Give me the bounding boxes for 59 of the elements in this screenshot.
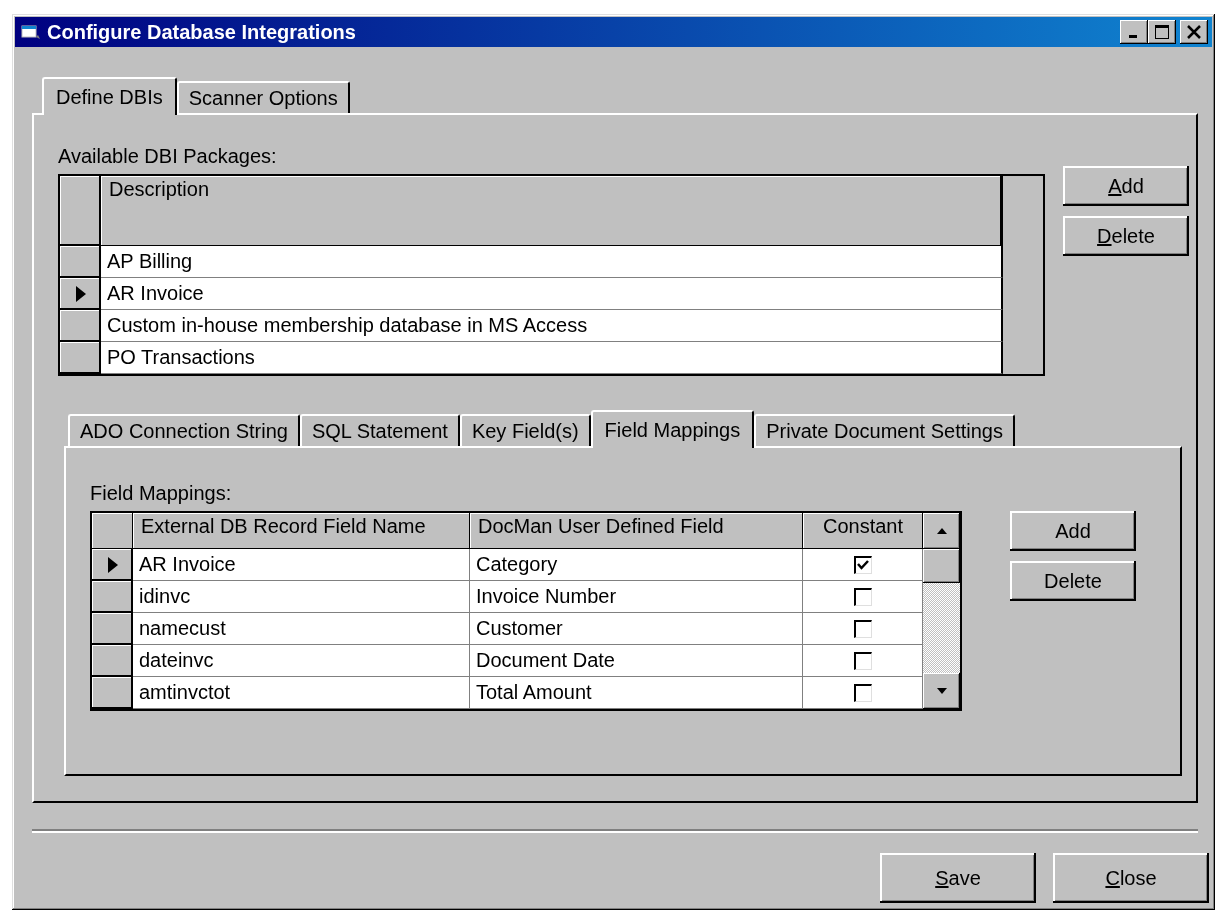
close-button[interactable] [1180,20,1208,44]
table-cell[interactable]: dateinvc [133,645,470,677]
table-cell[interactable]: Category [470,549,803,581]
column-header: External DB Record Field Name [133,513,470,549]
tab[interactable]: SQL Statement [299,414,460,446]
row-header[interactable] [60,246,101,278]
row-header[interactable] [92,677,133,709]
column-header: DocMan User Defined Field [470,513,803,549]
table-cell[interactable]: Customer [470,613,803,645]
scroll-bar[interactable] [923,513,960,709]
push-button[interactable]: Add [1063,166,1189,206]
push-button[interactable]: Delete [1063,216,1189,256]
table-cell[interactable]: AR Invoice [101,278,1003,310]
row-header[interactable] [92,613,133,645]
tab[interactable]: Private Document Settings [754,414,1015,446]
table-cell[interactable]: Total Amount [470,677,803,709]
row-header[interactable] [92,645,133,677]
tab[interactable]: Scanner Options [176,81,350,113]
table-cell[interactable]: idinvc [133,581,470,613]
scroll-up-icon[interactable] [923,513,960,549]
scroll-down-icon[interactable] [923,673,960,709]
window-title: Configure Database Integrations [47,20,357,44]
table-cell[interactable]: Custom in-house membership database in MS Access [101,310,1003,342]
table-cell[interactable]: AR Invoice [133,549,470,581]
push-button[interactable]: Delete [1010,561,1136,601]
row-header[interactable] [92,549,133,581]
column-header: Description [101,176,1003,246]
column-header: Constant [803,513,923,549]
minimize-icon [1129,35,1137,38]
row-header[interactable] [60,278,101,310]
minimize-button[interactable] [1120,20,1148,44]
checkbox[interactable] [853,683,872,702]
maximize-icon [1154,24,1170,40]
push-button[interactable]: Add [1010,511,1136,551]
checkbox[interactable] [853,619,872,638]
push-button[interactable]: Save [880,853,1036,903]
table-cell[interactable]: namecust [133,613,470,645]
section-label: Field Mappings: [90,482,232,505]
table-cell[interactable]: Invoice Number [470,581,803,613]
close-icon [1186,25,1202,39]
scroll-thumb[interactable] [923,549,960,583]
table-cell[interactable]: AP Billing [101,246,1003,278]
table-cell[interactable]: PO Transactions [101,342,1003,374]
tab[interactable]: Field Mappings [590,410,755,448]
push-button[interactable]: Close [1053,853,1209,903]
table-cell[interactable]: amtinvctot [133,677,470,709]
app-icon [21,24,41,40]
row-header[interactable] [92,581,133,613]
checkbox[interactable] [853,555,872,574]
tab[interactable]: Key Field(s) [459,414,591,446]
row-header[interactable] [60,310,101,342]
maximize-button[interactable] [1148,20,1176,44]
tab[interactable]: Define DBIs [42,77,177,115]
checkbox[interactable] [853,587,872,606]
section-label: Available DBI Packages: [58,145,277,168]
checkbox[interactable] [853,651,872,670]
row-header[interactable] [60,342,101,374]
table-cell[interactable]: Document Date [470,645,803,677]
tab[interactable]: ADO Connection String [68,414,300,446]
